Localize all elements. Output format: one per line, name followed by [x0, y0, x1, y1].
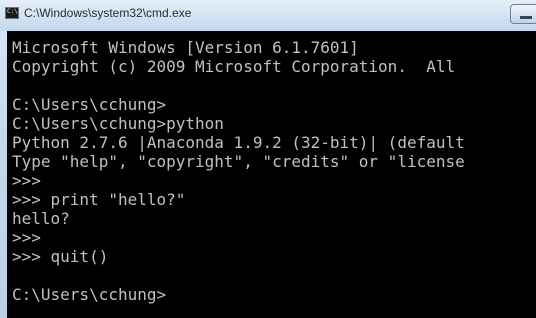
window-title: C:\Windows\system32\cmd.exe	[24, 6, 192, 20]
console-line: hello?	[12, 209, 70, 228]
title-bar[interactable]: C:\ C:\Windows\system32\cmd.exe	[0, 0, 536, 31]
console-line: >>> print "hello?"	[12, 190, 186, 209]
cmd-icon[interactable]: C:\	[5, 7, 19, 19]
console-line: Microsoft Windows [Version 6.1.7601]	[12, 38, 359, 57]
console-line: >>> quit()	[12, 247, 109, 266]
console-line: Copyright (c) 2009 Microsoft Corporation…	[12, 57, 456, 76]
minimize-button[interactable]	[510, 4, 536, 24]
console-line: Python 2.7.6 |Anaconda 1.9.2 (32-bit)| (…	[12, 133, 465, 152]
cmd-icon-glyph: C:\	[7, 8, 18, 15]
console-line: Type "help", "copyright", "credits" or "…	[12, 152, 465, 171]
console-line: >>>	[12, 171, 41, 190]
cmd-window: C:\ C:\Windows\system32\cmd.exe Microsof…	[0, 0, 536, 318]
console-line: C:\Users\cchung>python	[12, 114, 224, 133]
console-line: >>>	[12, 228, 41, 247]
console-line: C:\Users\cchung>	[12, 95, 167, 114]
console-output[interactable]: Microsoft Windows [Version 6.1.7601] Cop…	[7, 31, 536, 318]
minimize-icon	[520, 16, 532, 19]
console-line: C:\Users\cchung>	[12, 285, 167, 304]
